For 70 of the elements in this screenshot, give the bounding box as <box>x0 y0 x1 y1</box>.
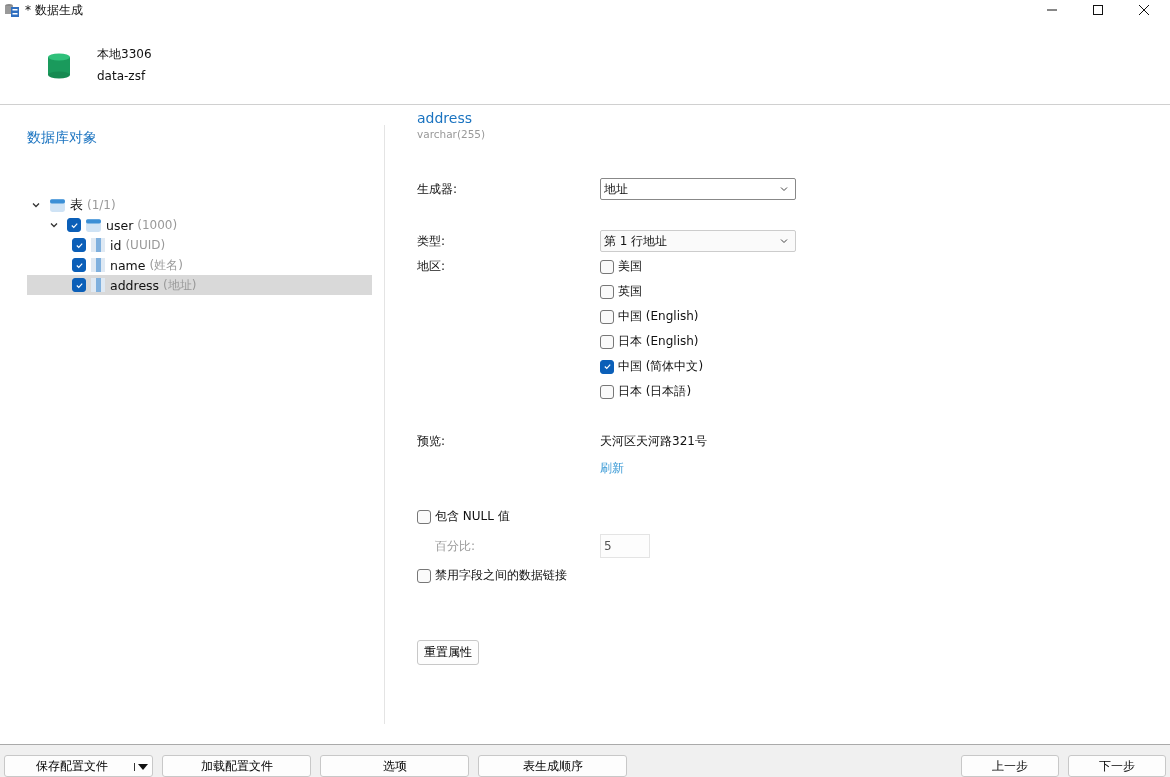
field-label: 类型: <box>417 232 447 250</box>
checkbox[interactable] <box>72 278 86 292</box>
tree-label: id <box>110 237 122 253</box>
checkbox-label: 美国 <box>618 258 642 275</box>
field-label: 百分比: <box>434 537 477 555</box>
tree-hint: (1/1) <box>87 198 116 212</box>
table-icon <box>85 216 102 234</box>
checkmark-icon <box>602 362 612 371</box>
table-icon <box>49 196 66 214</box>
connection-name: 本地3306 <box>97 46 152 63</box>
chevron-icon <box>779 184 789 194</box>
checkbox-label: 中国 (简体中文) <box>618 358 704 375</box>
tree-label: address <box>110 277 160 293</box>
checkbox[interactable] <box>417 509 431 524</box>
tree-item[interactable]: name (姓名) <box>27 255 372 275</box>
database-name: data-zsf <box>97 69 147 83</box>
database-icon <box>47 53 71 79</box>
checkbox-label: 包含 NULL 值 <box>435 508 510 525</box>
sidebar-title: 数据库对象 <box>27 129 98 147</box>
nav-button[interactable]: 上一步 <box>961 755 1059 777</box>
tree-item[interactable]: id (UUID) <box>27 235 372 255</box>
tree-hint: (UUID) <box>125 238 166 252</box>
checkbox-label: 英国 <box>618 283 642 300</box>
chevron-icon <box>779 236 789 246</box>
column-icon <box>90 237 106 253</box>
generator-dropdown[interactable]: 地址 <box>600 178 796 200</box>
tree-label: user <box>106 217 134 233</box>
checkbox[interactable] <box>600 334 614 349</box>
footer-button[interactable]: 表生成顺序 <box>478 755 627 777</box>
checkbox[interactable] <box>72 238 86 252</box>
checkbox[interactable] <box>600 384 614 399</box>
checkbox[interactable] <box>600 309 614 324</box>
tree-hint: (姓名) <box>149 256 183 274</box>
checkbox-label: 日本 (English) <box>618 333 699 350</box>
field-type: varchar(255) <box>417 128 486 140</box>
caret-icon[interactable] <box>134 763 148 771</box>
nav-button[interactable]: 下一步 <box>1068 755 1166 777</box>
tree-item[interactable]: address (地址) <box>27 275 372 295</box>
chevron-icon[interactable] <box>49 220 59 230</box>
tree-hint: (地址) <box>163 276 197 294</box>
footer-button[interactable]: 加载配置文件 <box>162 755 311 777</box>
reset-button[interactable]: 重置属性 <box>417 640 479 665</box>
checkbox[interactable] <box>600 259 614 274</box>
field-label: 预览: <box>417 433 447 450</box>
window-title: * 数据生成 <box>25 1 83 19</box>
tree-item[interactable]: 表 (1/1) <box>27 195 372 215</box>
tree-hint: (1000) <box>137 218 178 232</box>
checkbox[interactable] <box>67 218 81 232</box>
checkbox[interactable] <box>72 258 86 272</box>
save-button[interactable]: 保存配置文件 <box>4 755 153 777</box>
chevron-icon[interactable] <box>31 200 41 210</box>
checkbox-label: 中国 (English) <box>618 308 699 325</box>
checkbox-label: 禁用字段之间的数据链接 <box>435 567 567 584</box>
close-icon[interactable] <box>1138 4 1150 16</box>
footer-button[interactable]: 选项 <box>320 755 469 777</box>
tree-label: name <box>110 257 146 273</box>
field-label: 生成器: <box>417 180 459 198</box>
checkbox[interactable] <box>600 284 614 299</box>
type-dropdown[interactable]: 第 1 行地址 <box>600 230 796 252</box>
preview-value: 天河区天河路321号 <box>600 433 707 450</box>
field-name: address <box>417 110 472 126</box>
checkbox[interactable] <box>600 359 614 374</box>
checkbox-label: 日本 (日本語) <box>618 383 692 400</box>
tree-label: 表 <box>70 196 83 214</box>
column-icon <box>90 277 106 293</box>
field-label: 地区: <box>417 258 447 275</box>
checkbox[interactable] <box>417 568 431 583</box>
tree-item[interactable]: user (1000) <box>27 215 372 235</box>
column-icon <box>90 257 106 273</box>
maximize-icon[interactable] <box>1092 4 1104 16</box>
